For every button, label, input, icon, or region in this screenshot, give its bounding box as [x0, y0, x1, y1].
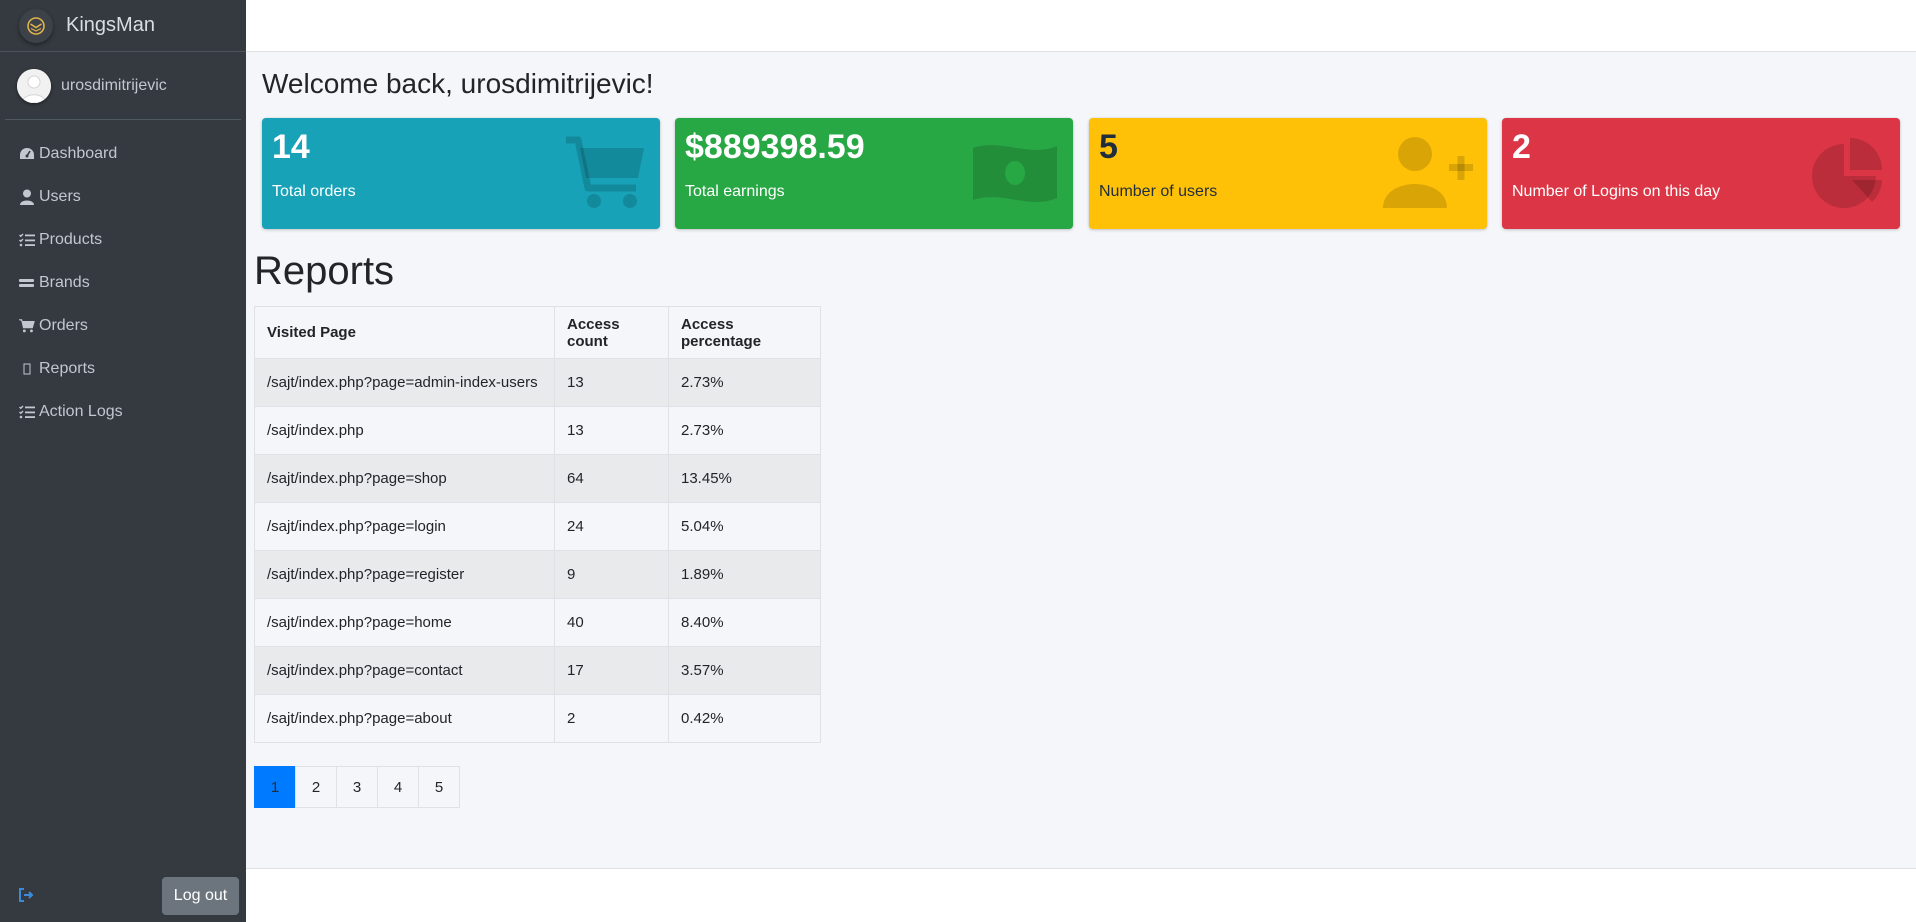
cell-access-percentage: 5.04%: [668, 502, 821, 551]
brand-link[interactable]: KingsMan: [0, 0, 246, 52]
stat-value: 5: [1099, 128, 1118, 166]
chart-pie-icon: [1806, 136, 1886, 210]
page-footer: [246, 868, 1916, 922]
sidebar-item-products[interactable]: Products: [0, 218, 246, 261]
table-row: /sajt/index.php?page=shop 64 13.45%: [254, 454, 821, 503]
page-link-3[interactable]: 3: [336, 766, 378, 808]
table-header-row: Visited Page Access count Access percent…: [254, 306, 821, 359]
brand-logo-icon: [19, 8, 53, 43]
money-bill-icon: [971, 140, 1059, 214]
sidebar-item-dashboard[interactable]: Dashboard: [0, 132, 246, 175]
table-row: /sajt/index.php?page=contact 17 3.57%: [254, 646, 821, 695]
stat-value: 14: [272, 128, 310, 166]
sidebar-item-brands[interactable]: Brands: [0, 261, 246, 304]
cart-icon: [19, 318, 35, 334]
stat-label: Total earnings: [685, 183, 785, 200]
stat-value: $889398.59: [685, 128, 865, 166]
sidebar-item-label: Users: [39, 187, 81, 205]
avatar: [17, 68, 51, 103]
stat-value: 2: [1512, 128, 1531, 166]
cell-access-count: 24: [554, 502, 669, 551]
stat-label: Number of Logins on this day: [1512, 183, 1721, 200]
column-header-visited-page: Visited Page: [254, 306, 555, 359]
user-panel[interactable]: urosdimitrijevic: [5, 52, 241, 120]
page-link-5[interactable]: 5: [418, 766, 460, 808]
sidebar-footer: Log out: [0, 870, 246, 922]
user-plus-icon: [1383, 136, 1473, 210]
table-row: /sajt/index.php?page=home 40 8.40%: [254, 598, 821, 647]
sidebar-nav: Dashboard Users Products Brands Orders R…: [0, 132, 246, 433]
stat-label: Total orders: [272, 183, 356, 200]
cell-access-percentage: 2.73%: [668, 358, 821, 407]
stat-card-logins-today: 2 Number of Logins on this day: [1502, 118, 1900, 229]
brand-name: KingsMan: [66, 14, 155, 36]
table-row: /sajt/index.php?page=login 24 5.04%: [254, 502, 821, 551]
stat-card-number-of-users: 5 Number of users: [1089, 118, 1487, 229]
cell-access-percentage: 1.89%: [668, 550, 821, 599]
sidebar-item-label: Orders: [39, 316, 88, 334]
user-name: urosdimitrijevic: [61, 76, 167, 94]
table-row: /sajt/index.php 13 2.73%: [254, 406, 821, 455]
page-link-1[interactable]: 1: [254, 766, 296, 808]
sidebar-item-label: Products: [39, 230, 103, 248]
cell-access-percentage: 8.40%: [668, 598, 821, 647]
sidebar-item-label: Dashboard: [39, 144, 118, 162]
table-row: /sajt/index.php?page=admin-index-users 1…: [254, 358, 821, 407]
cell-access-percentage: 13.45%: [668, 454, 821, 503]
sidebar-item-users[interactable]: Users: [0, 175, 246, 218]
cell-access-count: 13: [554, 406, 669, 455]
cell-visited-page: /sajt/index.php?page=login: [254, 502, 555, 551]
column-header-access-percentage: Access percentage: [668, 306, 821, 359]
sidebar-item-orders[interactable]: Orders: [0, 304, 246, 347]
cell-access-count: 2: [554, 694, 669, 743]
list-check-icon: [19, 232, 35, 248]
cell-visited-page: /sajt/index.php?page=register: [254, 550, 555, 599]
cell-access-count: 13: [554, 358, 669, 407]
cell-visited-page: /sajt/index.php?page=admin-index-users: [254, 358, 555, 407]
cell-access-percentage: 0.42%: [668, 694, 821, 743]
cell-visited-page: /sajt/index.php?page=home: [254, 598, 555, 647]
reports-table: Visited Page Access count Access percent…: [254, 306, 821, 743]
sidebar-item-label: Reports: [39, 359, 96, 377]
main-content: Welcome back, urosdimitrijevic! 14 Total…: [246, 52, 1916, 868]
sidebar-item-label: Action Logs: [39, 402, 123, 420]
stat-card-total-orders: 14 Total orders: [262, 118, 660, 229]
page-link-2[interactable]: 2: [295, 766, 337, 808]
list-check-icon: [19, 404, 35, 420]
dashboard-icon: [19, 146, 35, 162]
pagination: 1 2 3 4 5: [254, 766, 460, 808]
top-navbar: [246, 0, 1916, 52]
table-row: /sajt/index.php?page=register 9 1.89%: [254, 550, 821, 599]
cell-access-percentage: 2.73%: [668, 406, 821, 455]
page-link-4[interactable]: 4: [377, 766, 419, 808]
cell-visited-page: /sajt/index.php?page=shop: [254, 454, 555, 503]
sidebar-item-label: Brands: [39, 273, 90, 291]
stat-card-total-earnings: $889398.59 Total earnings: [675, 118, 1073, 229]
cell-access-percentage: 3.57%: [668, 646, 821, 695]
cell-access-count: 9: [554, 550, 669, 599]
cell-visited-page: /sajt/index.php?page=about: [254, 694, 555, 743]
shopping-cart-icon: [566, 136, 646, 210]
grip-lines-icon: [19, 275, 35, 291]
sidebar-item-reports[interactable]: Reports: [0, 347, 246, 390]
column-header-access-count: Access count: [554, 306, 669, 359]
sidebar: KingsMan urosdimitrijevic Dashboard User…: [0, 0, 246, 922]
welcome-heading: Welcome back, urosdimitrijevic!: [262, 68, 654, 99]
missing-glyph-icon: [19, 361, 35, 377]
table-row: /sajt/index.php?page=about 2 0.42%: [254, 694, 821, 743]
cell-access-count: 40: [554, 598, 669, 647]
stat-label: Number of users: [1099, 183, 1218, 200]
reports-heading: Reports: [254, 249, 395, 293]
sidebar-item-action-logs[interactable]: Action Logs: [0, 390, 246, 433]
cell-access-count: 17: [554, 646, 669, 695]
sign-out-icon[interactable]: [18, 888, 34, 904]
user-icon: [19, 189, 35, 205]
cell-visited-page: /sajt/index.php?page=contact: [254, 646, 555, 695]
cell-access-count: 64: [554, 454, 669, 503]
logout-button[interactable]: Log out: [162, 877, 239, 915]
cell-visited-page: /sajt/index.php: [254, 406, 555, 455]
